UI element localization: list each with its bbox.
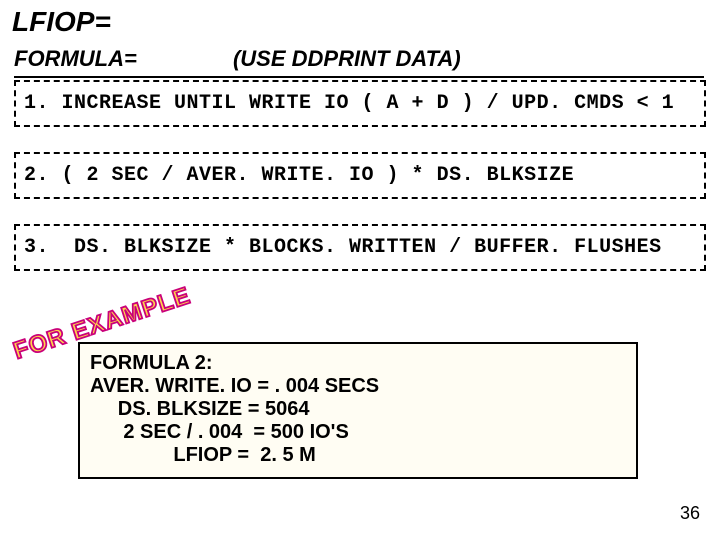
formula-2: 2. ( 2 SEC / AVER. WRITE. IO ) * DS. BLK…: [14, 152, 706, 199]
slide-page: LFIOP= FORMULA= (USE DDPRINT DATA) 1. IN…: [0, 0, 720, 540]
subheader-row: FORMULA= (USE DDPRINT DATA): [14, 46, 704, 78]
example-title: FORMULA 2:: [90, 352, 626, 375]
example-line: DS. BLKSIZE = 5064: [90, 398, 626, 421]
example-line: 2 SEC / . 004 = 500 IO'S: [90, 421, 626, 444]
formula-note: (USE DDPRINT DATA): [233, 46, 461, 72]
formula-3: 3. DS. BLKSIZE * BLOCKS. WRITTEN / BUFFE…: [14, 224, 706, 271]
formula-label: FORMULA=: [14, 46, 137, 72]
page-number: 36: [680, 503, 700, 524]
example-line: AVER. WRITE. IO = . 004 SECS: [90, 375, 626, 398]
example-box: FORMULA 2: AVER. WRITE. IO = . 004 SECS …: [78, 342, 638, 479]
example-line: LFIOP = 2. 5 M: [90, 444, 626, 467]
page-title: LFIOP=: [12, 6, 111, 38]
formula-1: 1. INCREASE UNTIL WRITE IO ( A + D ) / U…: [14, 80, 706, 127]
